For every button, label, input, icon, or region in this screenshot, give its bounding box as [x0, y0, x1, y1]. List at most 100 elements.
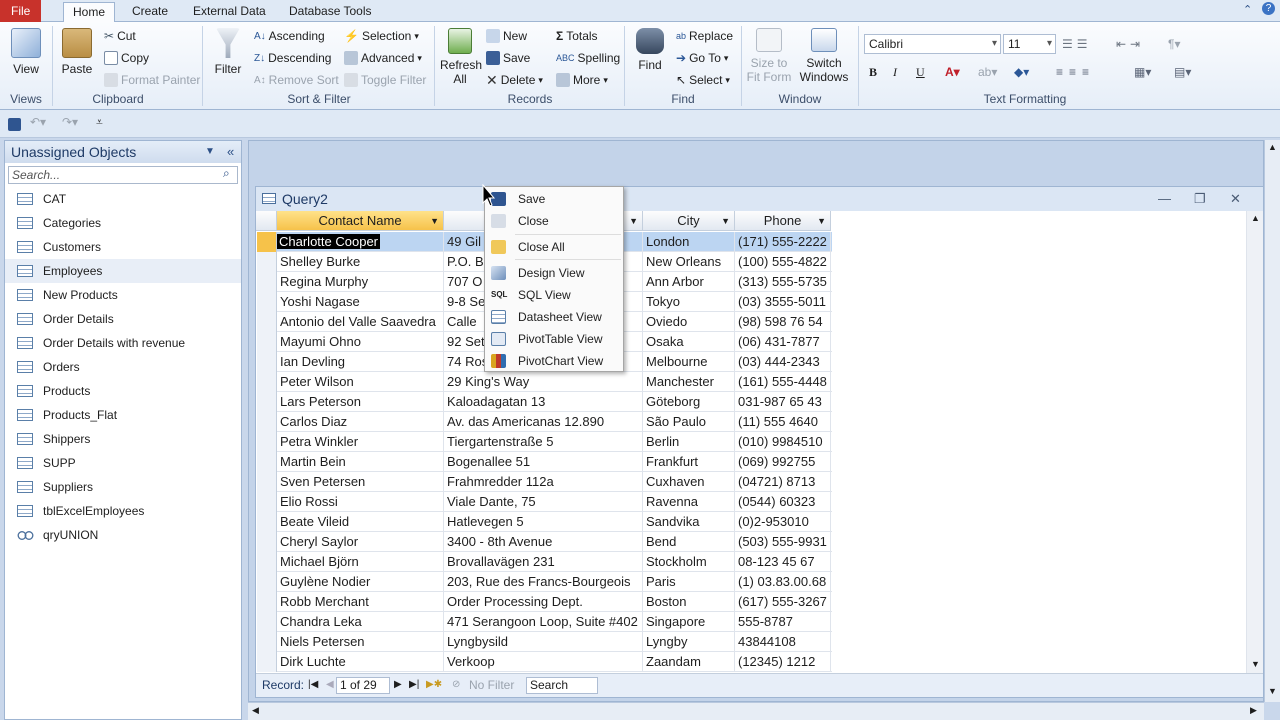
table-cell[interactable]: Viale Dante, 75: [444, 492, 643, 512]
advanced-button[interactable]: Advanced ▾: [344, 48, 422, 68]
table-cell[interactable]: Cuxhaven: [643, 472, 735, 492]
table-cell[interactable]: Mayumi Ohno: [277, 332, 444, 352]
save-icon[interactable]: [8, 118, 21, 131]
close-icon[interactable]: ✕: [1230, 187, 1241, 211]
menu-item-design-view[interactable]: Design View: [485, 262, 623, 284]
record-selector[interactable]: [257, 232, 277, 252]
table-row[interactable]: Sven Petersen Frahmredder 112a Cuxhaven (04…: [257, 472, 832, 492]
scroll-left-icon[interactable]: ◀: [252, 705, 259, 716]
highlight-color-button[interactable]: ab▾: [978, 62, 997, 82]
table-cell[interactable]: Guylène Nodier: [277, 572, 444, 592]
collapse-pane-icon[interactable]: «: [227, 141, 234, 163]
table-cell[interactable]: Stockholm: [643, 552, 735, 572]
menu-item-pivottable-view[interactable]: PivotTable View: [485, 328, 623, 350]
menu-item-close-all[interactable]: Close All: [485, 236, 623, 258]
goto-button[interactable]: ➔ Go To ▾: [676, 48, 728, 68]
switch-windows-button[interactable]: Switch Windows: [794, 28, 854, 84]
record-selector[interactable]: [257, 592, 277, 612]
table-cell[interactable]: (617) 555-3267: [735, 592, 831, 612]
table-cell[interactable]: (03) 3555-5011: [735, 292, 831, 312]
table-row[interactable]: Petra Winkler Tiergartenstraße 5 Berlin (01…: [257, 432, 832, 452]
query-titlebar[interactable]: Query2 — ❐ ✕: [256, 187, 1263, 211]
totals-button[interactable]: Σ Totals: [556, 26, 598, 46]
new-record-icon[interactable]: ▶✱: [426, 674, 442, 696]
scroll-up-icon[interactable]: ▲: [1268, 142, 1277, 152]
font-size-select[interactable]: 11: [1003, 34, 1056, 54]
collapse-ribbon-icon[interactable]: ⌃: [1243, 3, 1252, 16]
tab-database-tools[interactable]: Database Tools: [280, 2, 381, 22]
table-cell[interactable]: Petra Winkler: [277, 432, 444, 452]
nav-item-employees[interactable]: Employees: [5, 259, 241, 283]
table-cell[interactable]: Frankfurt: [643, 452, 735, 472]
table-cell[interactable]: Michael Björn: [277, 552, 444, 572]
workspace-horizontal-scrollbar[interactable]: ◀ ▶: [248, 702, 1264, 720]
table-cell[interactable]: Ravenna: [643, 492, 735, 512]
font-color-button[interactable]: A▾: [945, 62, 960, 82]
table-cell[interactable]: (010) 9984510: [735, 432, 831, 452]
table-cell[interactable]: (1) 03.83.00.68: [735, 572, 831, 592]
italic-button[interactable]: I: [893, 62, 897, 82]
tab-create[interactable]: Create: [123, 2, 177, 22]
chevron-down-icon[interactable]: ▼: [721, 211, 730, 231]
record-selector[interactable]: [257, 372, 277, 392]
record-selector[interactable]: [257, 492, 277, 512]
previous-record-icon[interactable]: ◀: [326, 674, 334, 696]
copy-button[interactable]: Copy: [104, 48, 149, 68]
table-cell[interactable]: 43844108: [735, 632, 831, 652]
more-button[interactable]: More ▾: [556, 70, 608, 90]
table-cell[interactable]: Cheryl Saylor: [277, 532, 444, 552]
scroll-down-icon[interactable]: ▼: [1251, 659, 1260, 669]
table-row[interactable]: Elio Rossi Viale Dante, 75 Ravenna (0544) 6…: [257, 492, 832, 512]
table-cell[interactable]: (12345) 1212: [735, 652, 831, 672]
table-cell[interactable]: (171) 555-2222: [735, 232, 831, 252]
table-cell[interactable]: Dirk Luchte: [277, 652, 444, 672]
record-selector[interactable]: [257, 612, 277, 632]
table-cell[interactable]: Beate Vileid: [277, 512, 444, 532]
record-selector[interactable]: [257, 432, 277, 452]
table-cell[interactable]: Tokyo: [643, 292, 735, 312]
workspace-vertical-scrollbar[interactable]: ▲ ▼: [1264, 140, 1280, 702]
table-cell[interactable]: Boston: [643, 592, 735, 612]
table-cell[interactable]: Göteborg: [643, 392, 735, 412]
underline-button[interactable]: U: [916, 62, 925, 82]
table-cell[interactable]: (0544) 60323: [735, 492, 831, 512]
record-selector[interactable]: [257, 632, 277, 652]
cut-button[interactable]: ✂ Cut: [104, 26, 136, 46]
table-cell[interactable]: Regina Murphy: [277, 272, 444, 292]
menu-item-sql-view[interactable]: SQL SQL View: [485, 284, 623, 306]
datasheet-vertical-scrollbar[interactable]: ▲ ▼: [1246, 211, 1263, 674]
table-cell[interactable]: Paris: [643, 572, 735, 592]
column-header-city[interactable]: City ▼: [643, 211, 735, 231]
table-cell[interactable]: 29 King's Way: [444, 372, 643, 392]
table-cell[interactable]: (04721) 8713: [735, 472, 831, 492]
ascending-button[interactable]: A↓ Ascending: [254, 26, 325, 46]
table-cell[interactable]: 555-8787: [735, 612, 831, 632]
descending-button[interactable]: Z↓ Descending: [254, 48, 331, 68]
record-selector[interactable]: [257, 512, 277, 532]
scroll-up-icon[interactable]: ▲: [1251, 213, 1260, 223]
table-cell[interactable]: Sandvika: [643, 512, 735, 532]
table-cell[interactable]: Charlotte Cooper: [277, 232, 444, 252]
table-row[interactable]: Michael Björn Brovallavägen 231 Stockholm 0…: [257, 552, 832, 572]
list-buttons[interactable]: ☰☰: [1062, 34, 1092, 54]
table-cell[interactable]: Lyngby: [643, 632, 735, 652]
table-cell[interactable]: 203, Rue des Francs-Bourgeois: [444, 572, 643, 592]
record-selector[interactable]: [257, 392, 277, 412]
font-name-select[interactable]: Calibri: [864, 34, 1001, 54]
table-cell[interactable]: (0)2-953010: [735, 512, 831, 532]
fill-color-button[interactable]: ◆▾: [1014, 62, 1029, 82]
table-cell[interactable]: Melbourne: [643, 352, 735, 372]
tab-file[interactable]: File: [0, 0, 42, 22]
refresh-all-button[interactable]: Refresh All: [440, 28, 482, 86]
delete-record-button[interactable]: ✕ Delete ▾: [486, 70, 543, 90]
select-button[interactable]: ↖ Select ▾: [676, 70, 730, 90]
table-row[interactable]: Chandra Leka 471 Serangoon Loop, Suite #4…: [257, 612, 832, 632]
table-cell[interactable]: (313) 555-5735: [735, 272, 831, 292]
table-cell[interactable]: 471 Serangoon Loop, Suite #402: [444, 612, 643, 632]
table-cell[interactable]: Elio Rossi: [277, 492, 444, 512]
table-cell[interactable]: (503) 555-9931: [735, 532, 831, 552]
nav-item-products-flat[interactable]: Products_Flat: [5, 403, 241, 427]
table-cell[interactable]: Zaandam: [643, 652, 735, 672]
record-selector[interactable]: [257, 352, 277, 372]
table-cell[interactable]: Niels Petersen: [277, 632, 444, 652]
